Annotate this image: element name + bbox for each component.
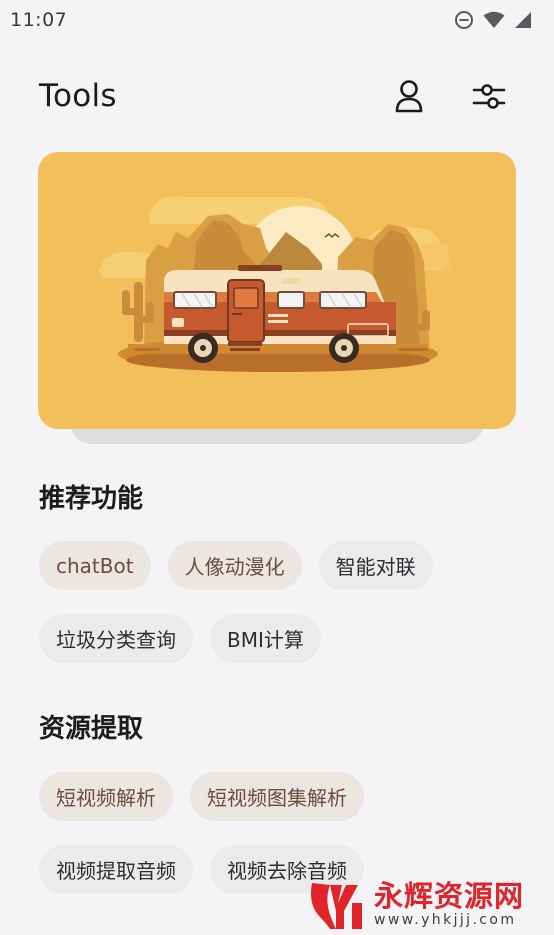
chip-garbage-sort-query[interactable]: 垃圾分类查询	[39, 614, 193, 663]
status-icons	[454, 10, 532, 30]
chip-video-extract-audio[interactable]: 视频提取音频	[39, 845, 193, 894]
app-header: Tools	[0, 60, 554, 132]
status-time: 11:07	[10, 9, 68, 31]
settings-button[interactable]	[470, 77, 508, 115]
resources-row-1: 短视频解析 短视频图集解析	[39, 772, 364, 821]
banner-card[interactable]	[38, 152, 516, 429]
profile-button[interactable]	[390, 77, 428, 115]
section-title-recommended: 推荐功能	[39, 484, 144, 514]
do-not-disturb-icon	[454, 10, 474, 30]
cellular-signal-icon	[514, 11, 532, 29]
watermark-url: www.yhkjjj.com	[374, 912, 517, 928]
chip-chatbot[interactable]: chatBot	[39, 541, 151, 590]
chip-bmi-calc[interactable]: BMI计算	[210, 614, 321, 663]
recommended-row-2: 垃圾分类查询 BMI计算	[39, 614, 321, 663]
header-actions	[390, 77, 508, 115]
camper-van-illustration	[99, 196, 450, 372]
chip-portrait-anime[interactable]: 人像动漫化	[167, 541, 302, 590]
settings-sliders-icon	[472, 84, 506, 109]
status-bar: 11:07	[0, 0, 554, 40]
watermark-logo-icon	[311, 883, 362, 929]
profile-icon	[395, 80, 423, 113]
chip-smart-couplet[interactable]: 智能对联	[318, 541, 433, 590]
section-title-resources: 资源提取	[39, 714, 144, 744]
watermark-title: 永辉资源网	[374, 879, 525, 913]
wifi-icon	[483, 11, 505, 29]
banner[interactable]	[38, 152, 516, 448]
recommended-row-1: chatBot 人像动漫化 智能对联	[39, 541, 433, 590]
watermark: 永辉资源网 www.yhkjjj.com	[306, 876, 546, 932]
watermark-text: 永辉资源网 www.yhkjjj.com	[374, 880, 524, 928]
page-title: Tools	[39, 78, 117, 114]
chip-short-video-album-parse[interactable]: 短视频图集解析	[190, 772, 364, 821]
chip-short-video-parse[interactable]: 短视频解析	[39, 772, 173, 821]
